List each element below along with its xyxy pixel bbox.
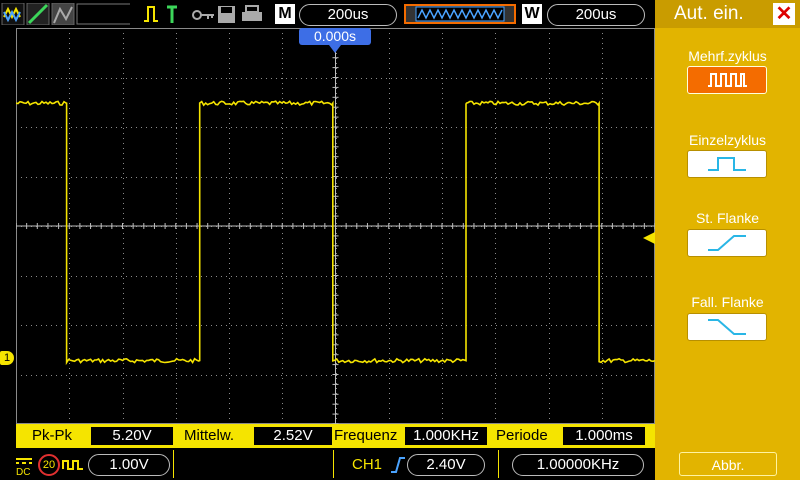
measurement-label: Pk-Pk xyxy=(32,427,73,444)
status-icons xyxy=(144,5,262,23)
menu-title: Aut. ein. xyxy=(674,3,744,24)
rising-edge-trigger-icon xyxy=(391,457,405,473)
bandwidth-limit-icon: 20 xyxy=(38,454,60,476)
divider xyxy=(173,450,174,478)
menu-item-label: St. Flanke xyxy=(695,210,760,226)
invert-icon xyxy=(62,460,83,470)
measurement-value: 5.20V xyxy=(91,427,173,445)
trigger-position-arrow-icon xyxy=(329,45,341,53)
measurement-value: 1.000ms xyxy=(563,427,645,445)
channel1-ground-marker[interactable]: 1 xyxy=(0,351,14,365)
channel-status-bar: DC 20 1.00V CH1 2.40V 1.00000KHz xyxy=(0,450,655,480)
divider xyxy=(498,450,499,478)
waveform-display xyxy=(15,27,656,425)
menu-item-label: Einzelzyklus xyxy=(688,132,767,148)
ch1-volts-div[interactable]: 1.00V xyxy=(88,454,170,476)
waveform-graticule xyxy=(15,27,656,425)
close-button[interactable]: ✕ xyxy=(773,3,795,25)
menu-item-label: Mehrf.zyklus xyxy=(688,48,767,64)
window-timebase-letter: W xyxy=(522,4,542,24)
trigger-source: CH1 xyxy=(352,456,383,473)
display-mode-icons xyxy=(1,3,130,25)
measurement-label: Mittelw. xyxy=(184,427,235,444)
top-status-bar: M 200us W 200us xyxy=(0,0,655,28)
main-timebase-letter: M xyxy=(275,4,295,24)
single-cycle-button[interactable] xyxy=(687,150,767,178)
multi-cycle-button[interactable] xyxy=(687,66,767,94)
cancel-button[interactable]: Abbr. xyxy=(679,452,777,476)
menu-title-bar: Aut. ein. ✕ xyxy=(655,0,800,28)
falling-edge-button[interactable] xyxy=(687,313,767,341)
measurement-value: 2.52V xyxy=(254,427,332,445)
falling-edge-icon xyxy=(708,319,746,335)
divider xyxy=(333,450,334,478)
measurement-label: Periode xyxy=(496,427,548,444)
autoset-menu: Aut. ein. ✕ Mehrf.zyklus Einzelzyklus St… xyxy=(655,0,800,480)
rising-edge-icon xyxy=(708,235,746,251)
rising-edge-button[interactable] xyxy=(687,229,767,257)
frequency-counter: 1.00000KHz xyxy=(512,454,644,476)
window-timebase-display[interactable]: 200us xyxy=(547,4,645,26)
multi-cycle-icon xyxy=(708,73,747,87)
waveform-overview-icon xyxy=(404,4,516,24)
dc-coupling-icon: DC xyxy=(16,458,32,477)
trigger-position-marker[interactable]: 0.000s xyxy=(299,28,371,45)
measurement-value: 1.000KHz xyxy=(405,427,487,445)
measurement-bar: Pk-Pk 5.20V Mittelw. 2.52V Frequenz 1.00… xyxy=(16,424,655,448)
trigger-level-display[interactable]: 2.40V xyxy=(407,454,485,476)
timebase-display[interactable]: 200us xyxy=(299,4,397,26)
coupling-text: DC xyxy=(16,467,30,477)
measurement-label: Frequenz xyxy=(334,427,398,444)
menu-item-label: Fall. Flanke xyxy=(691,294,764,310)
single-cycle-icon xyxy=(708,157,746,171)
